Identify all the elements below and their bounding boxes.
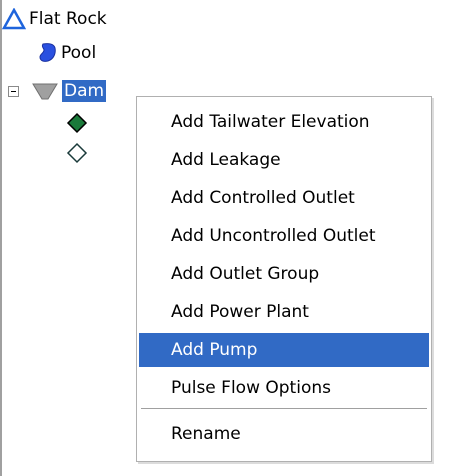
- menu-separator: [141, 408, 427, 410]
- tree-node-pool[interactable]: Pool: [2, 42, 202, 64]
- tree-node-child[interactable]: [2, 142, 88, 164]
- tree-node-label[interactable]: [90, 112, 94, 134]
- tree-node-flat-rock[interactable]: Flat Rock: [1, 7, 202, 30]
- tree-node-child[interactable]: [2, 112, 88, 134]
- dam-icon: [31, 80, 59, 108]
- filled-diamond-icon: [66, 112, 88, 140]
- tree-node-label[interactable]: [90, 142, 94, 164]
- tree-node-label[interactable]: Dam: [62, 80, 107, 102]
- tree-node-label[interactable]: Pool: [59, 42, 98, 64]
- tree-node-label[interactable]: Flat Rock: [27, 8, 109, 30]
- menu-item-add-outlet-group[interactable]: Add Outlet Group: [139, 257, 429, 291]
- menu-item-add-controlled-outlet[interactable]: Add Controlled Outlet: [139, 181, 429, 215]
- menu-item-add-tailwater-elevation[interactable]: Add Tailwater Elevation: [139, 105, 429, 139]
- collapse-toggle-icon[interactable]: [8, 86, 19, 97]
- pool-icon: [38, 42, 58, 70]
- context-menu: Add Tailwater Elevation Add Leakage Add …: [136, 96, 432, 462]
- menu-item-pulse-flow-options[interactable]: Pulse Flow Options: [139, 371, 429, 405]
- menu-item-add-uncontrolled-outlet[interactable]: Add Uncontrolled Outlet: [139, 219, 429, 253]
- hollow-diamond-icon: [66, 142, 88, 170]
- menu-item-add-pump[interactable]: Add Pump: [139, 333, 429, 367]
- menu-item-add-leakage[interactable]: Add Leakage: [139, 143, 429, 177]
- triangle-icon: [1, 7, 27, 36]
- menu-item-add-power-plant[interactable]: Add Power Plant: [139, 295, 429, 329]
- menu-item-rename[interactable]: Rename: [139, 417, 429, 451]
